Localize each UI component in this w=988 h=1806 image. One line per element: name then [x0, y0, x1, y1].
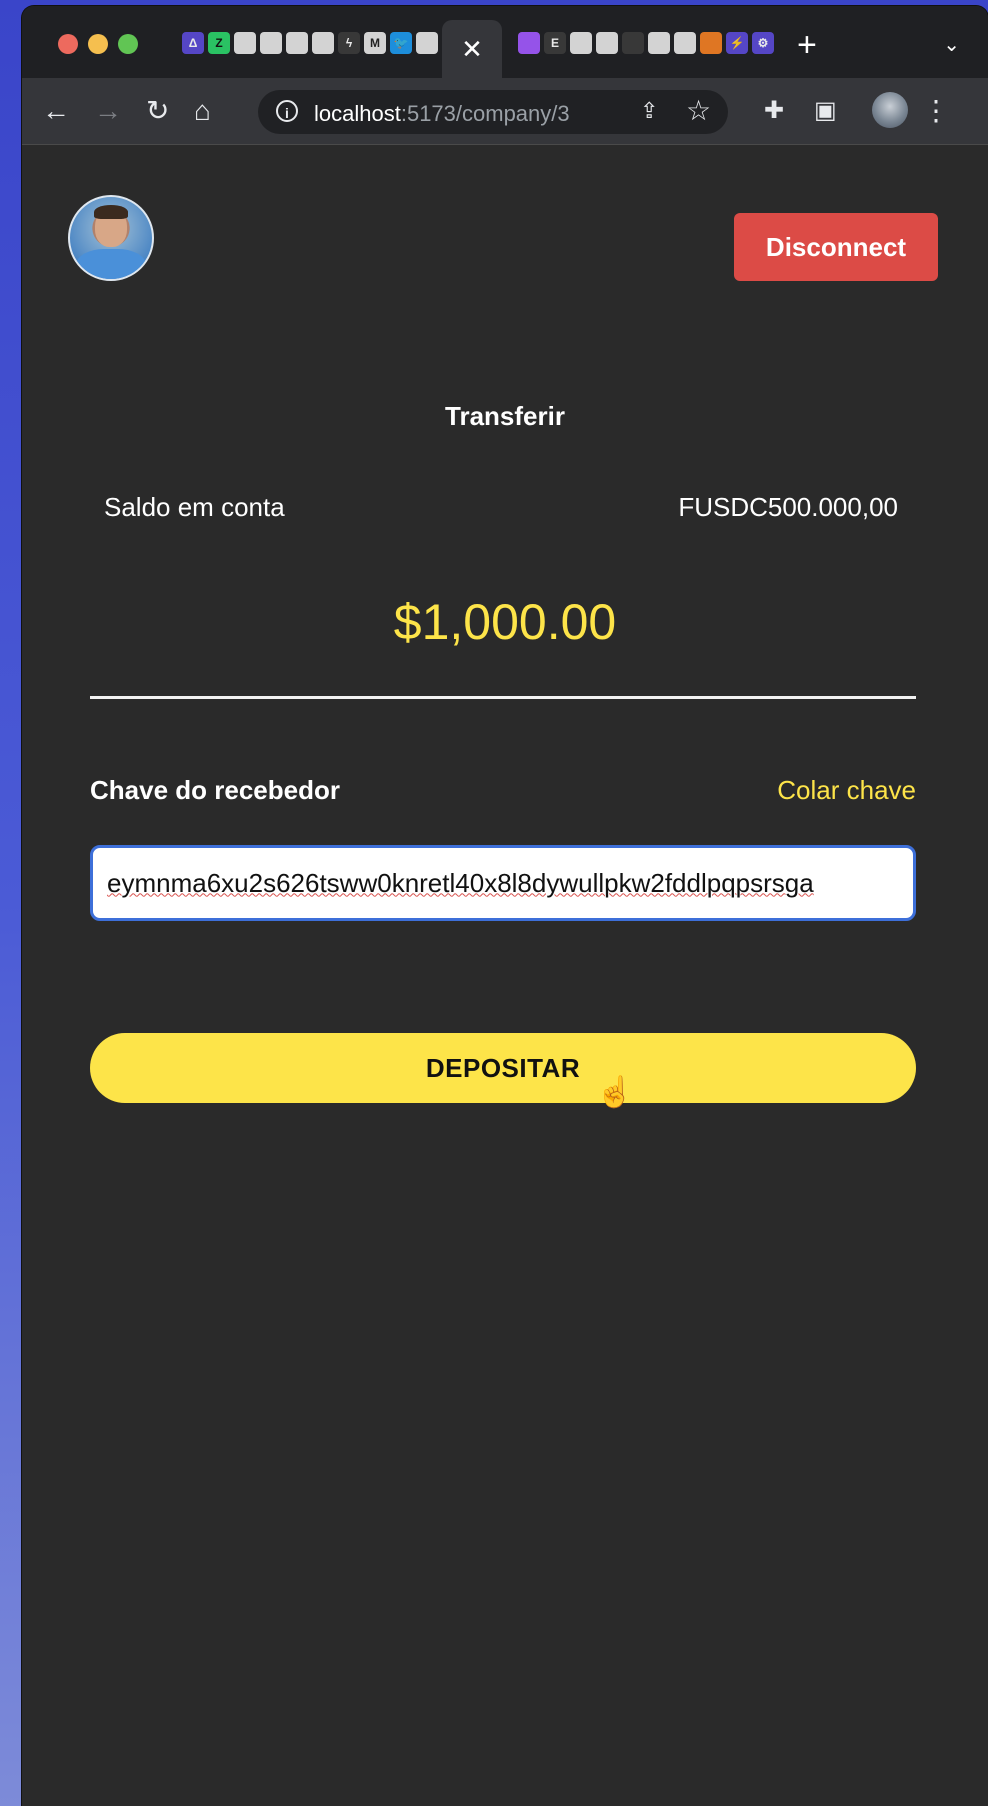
- tab-favicon-icon[interactable]: M: [364, 32, 386, 54]
- page-title: Transferir: [445, 401, 565, 431]
- back-arrow-icon[interactable]: ←: [42, 94, 70, 128]
- site-info-icon[interactable]: i: [276, 100, 298, 122]
- twitter-icon[interactable]: 🐦: [390, 32, 412, 54]
- tab-favicon-icon[interactable]: [312, 32, 334, 54]
- stackoverflow-icon[interactable]: [700, 32, 722, 54]
- active-tab[interactable]: ✕: [442, 20, 502, 78]
- browser-toolbar: ← → ↻ ⌂ i localhost:5173/company/3 ⇪ ☆ ✚…: [22, 78, 988, 145]
- tab-favicon-icon[interactable]: [570, 32, 592, 54]
- amount-divider: [90, 696, 916, 699]
- tab-favicon-icon[interactable]: [234, 32, 256, 54]
- side-panel-icon[interactable]: ▣: [814, 94, 837, 128]
- browser-window: Δ Z ϟ M 🐦 ✕ E ⚡ ⚙ + ⌄ ← → ↻ ⌂ i localhos…: [22, 6, 988, 1806]
- deposit-button[interactable]: DEPOSITAR: [90, 1033, 916, 1103]
- balance-value: FUSDC500.000,00: [678, 492, 898, 522]
- url-text[interactable]: localhost:5173/company/3: [314, 101, 570, 127]
- disconnect-button[interactable]: Disconnect: [734, 213, 938, 281]
- tab-favicon-icon[interactable]: [674, 32, 696, 54]
- address-bar[interactable]: i localhost:5173/company/3 ⇪ ☆: [258, 90, 728, 134]
- minimize-window-button[interactable]: [88, 34, 108, 54]
- tab-favicon-icon[interactable]: [596, 32, 618, 54]
- hand-cursor-icon: ☝: [596, 1076, 634, 1109]
- page-content: Disconnect Transferir Saldo em conta FUS…: [22, 145, 988, 1806]
- extensions-puzzle-icon[interactable]: ✚: [764, 94, 784, 128]
- avatar-hair: [94, 205, 128, 219]
- home-icon[interactable]: ⌂: [194, 94, 211, 128]
- recipient-key-input[interactable]: [90, 845, 916, 921]
- vite-icon[interactable]: ⚡: [726, 32, 748, 54]
- kebab-menu-icon[interactable]: ⋮: [922, 94, 950, 128]
- maximize-window-button[interactable]: [118, 34, 138, 54]
- tab-favicon-icon[interactable]: Z: [208, 32, 230, 54]
- share-icon[interactable]: ⇪: [640, 98, 658, 124]
- tab-favicon-icon[interactable]: [416, 32, 438, 54]
- transfer-amount[interactable]: $1,000.00: [22, 593, 988, 651]
- tab-strip: Δ Z ϟ M 🐦 ✕ E ⚡ ⚙ + ⌄: [22, 6, 988, 78]
- tab-favicons: Δ Z ϟ M 🐦: [182, 32, 438, 54]
- recipient-key-label: Chave do recebedor: [90, 775, 340, 805]
- url-path: :5173/company/3: [400, 101, 570, 126]
- tab-favicon-icon[interactable]: Δ: [182, 32, 204, 54]
- tab-favicon-icon[interactable]: E: [544, 32, 566, 54]
- reload-icon[interactable]: ↻: [146, 94, 169, 128]
- close-window-button[interactable]: [58, 34, 78, 54]
- tab-favicon-icon[interactable]: [648, 32, 670, 54]
- tab-favicon-icon[interactable]: [260, 32, 282, 54]
- profile-avatar[interactable]: [872, 92, 908, 128]
- avatar-shirt: [76, 249, 146, 279]
- tab-favicon-icon[interactable]: [622, 32, 644, 54]
- user-avatar[interactable]: [68, 195, 154, 281]
- gear-icon[interactable]: ⚙: [752, 32, 774, 54]
- tab-favicons-right: E ⚡ ⚙: [518, 32, 774, 54]
- paste-key-link[interactable]: Colar chave: [777, 775, 916, 806]
- new-tab-button[interactable]: +: [797, 26, 817, 65]
- forward-arrow-icon[interactable]: →: [94, 94, 122, 128]
- balance-label: Saldo em conta: [104, 492, 285, 522]
- tab-search-chevron-icon[interactable]: ⌄: [943, 32, 960, 57]
- bookmark-star-icon[interactable]: ☆: [686, 94, 711, 127]
- close-tab-icon[interactable]: ✕: [461, 34, 483, 65]
- tab-favicon-icon[interactable]: [286, 32, 308, 54]
- tab-favicon-icon[interactable]: ϟ: [338, 32, 360, 54]
- url-host: localhost: [314, 101, 401, 126]
- figma-icon[interactable]: [518, 32, 540, 54]
